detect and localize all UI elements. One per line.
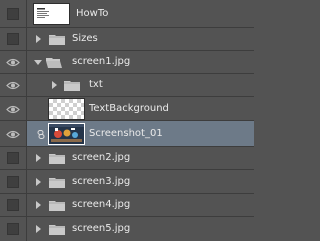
folder-icon — [49, 154, 65, 164]
layer-row-txt[interactable]: txt — [0, 74, 254, 97]
layer-name: screen1.jpg — [72, 56, 131, 67]
layer-name: screen4.jpg — [72, 199, 131, 210]
folder-icon — [49, 225, 65, 235]
document-thumbnail — [33, 3, 70, 25]
transparency-thumbnail — [48, 98, 85, 120]
chevron-down-icon[interactable] — [34, 60, 42, 65]
layer-row-screen3[interactable]: screen3.jpg — [0, 170, 254, 194]
chevron-right-icon[interactable] — [36, 35, 41, 43]
visibility-cell — [0, 28, 27, 50]
visibility-toggle[interactable] — [7, 176, 19, 188]
visibility-cell — [0, 0, 27, 27]
visibility-cell — [0, 51, 27, 73]
visibility-cell — [0, 74, 27, 96]
visibility-cell — [0, 194, 27, 216]
document-thumbnail-art — [37, 8, 49, 18]
folder-icon — [49, 201, 65, 211]
layer-name: Sizes — [72, 33, 98, 44]
visibility-toggle[interactable] — [7, 223, 19, 235]
layer-row-textbackground[interactable]: TextBackground — [0, 97, 254, 121]
visibility-toggle[interactable] — [7, 199, 19, 211]
layer-row-screen2[interactable]: screen2.jpg — [0, 147, 254, 170]
folder-open-icon — [46, 58, 62, 68]
layer-name: TextBackground — [89, 103, 169, 114]
eye-icon[interactable] — [6, 130, 20, 139]
layer-name: screen2.jpg — [72, 152, 131, 163]
visibility-toggle[interactable] — [7, 152, 19, 164]
layer-row-screenshot01[interactable]: Screenshot_01 — [0, 121, 254, 147]
link-icon — [37, 130, 45, 139]
visibility-cell — [0, 121, 27, 146]
layer-row-screen1[interactable]: screen1.jpg — [0, 51, 254, 74]
layer-name: Screenshot_01 — [89, 128, 163, 139]
layer-row-sizes[interactable]: Sizes — [0, 28, 254, 51]
chevron-right-icon[interactable] — [36, 178, 41, 186]
layer-row-screen4[interactable]: screen4.jpg — [0, 194, 254, 217]
chevron-right-icon[interactable] — [36, 154, 41, 162]
layer-name: HowTo — [76, 8, 109, 19]
layers-panel: HowTo Sizes screen1.jpg txt TextBackgrou… — [0, 0, 254, 241]
visibility-cell — [0, 97, 27, 120]
chevron-right-icon[interactable] — [36, 225, 41, 233]
visibility-toggle[interactable] — [7, 33, 19, 45]
folder-icon — [49, 35, 65, 45]
eye-icon[interactable] — [6, 81, 20, 90]
folder-icon — [64, 81, 80, 91]
layer-name: screen3.jpg — [72, 176, 131, 187]
visibility-cell — [0, 147, 27, 169]
layer-row-howto[interactable]: HowTo — [0, 0, 254, 28]
layer-row-screen5[interactable]: screen5.jpg — [0, 217, 254, 241]
visibility-cell — [0, 217, 27, 241]
eye-icon[interactable] — [6, 105, 20, 114]
layer-name: txt — [89, 79, 103, 90]
folder-icon — [49, 178, 65, 188]
visibility-cell — [0, 170, 27, 193]
screenshot-thumbnail — [48, 123, 85, 145]
eye-icon[interactable] — [6, 58, 20, 67]
chevron-right-icon[interactable] — [52, 81, 57, 89]
layer-name: screen5.jpg — [72, 223, 131, 234]
screenshot-thumbnail-art — [49, 124, 84, 144]
visibility-toggle[interactable] — [7, 8, 19, 20]
chevron-right-icon[interactable] — [36, 201, 41, 209]
